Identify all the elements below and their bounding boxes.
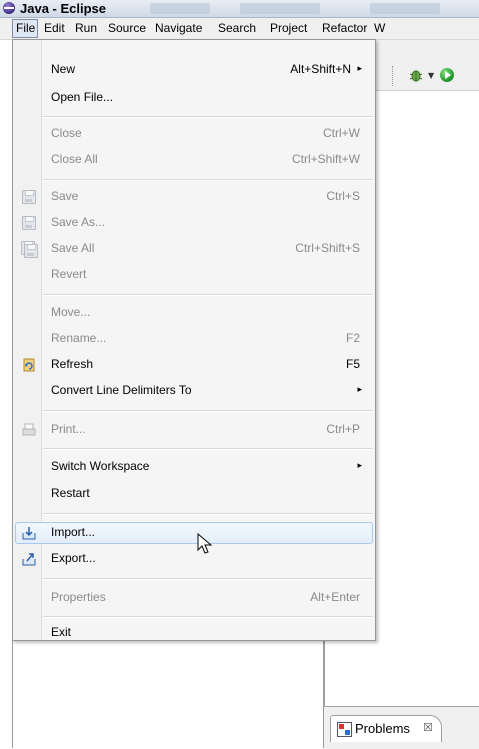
menu-item-close-all[interactable]: Close All Ctrl+Shift+W — [15, 149, 373, 171]
menu-item-shortcut: Ctrl+Shift+S — [295, 241, 360, 255]
menu-separator — [43, 616, 373, 618]
menu-item-label: Open File... — [51, 90, 114, 104]
submenu-arrow-icon: ▸ — [357, 384, 362, 394]
menu-item-label: New — [51, 62, 76, 76]
problems-tab-label: Problems — [355, 721, 410, 736]
menu-bar: File Edit Run Source Navigate Search Pro… — [0, 18, 479, 40]
window-title: Java - Eclipse — [20, 1, 106, 16]
menu-item-convert-line-delimiters[interactable]: Convert Line Delimiters To ▸ — [15, 380, 373, 402]
menu-item-shortcut: Alt+Shift+N — [290, 62, 351, 76]
save-all-icon — [21, 241, 38, 258]
chevron-down-icon[interactable]: ▼ — [428, 71, 434, 80]
eclipse-icon — [3, 2, 15, 14]
run-icon[interactable] — [440, 68, 454, 82]
menu-item-label: Restart — [51, 486, 90, 500]
menu-item-revert[interactable]: Revert — [15, 264, 373, 286]
menu-separator — [43, 513, 373, 515]
menu-project[interactable]: Project — [270, 18, 307, 39]
menu-search[interactable]: Search — [218, 18, 256, 39]
menu-item-save-all[interactable]: Save All Ctrl+Shift+S — [15, 238, 373, 260]
eclipse-window: Java - Eclipse File Edit Run Source Navi… — [0, 0, 479, 749]
menu-item-label: Properties — [51, 590, 106, 604]
menu-item-refresh[interactable]: Refresh F5 — [15, 354, 373, 376]
menu-item-open-file[interactable]: Open File... — [15, 87, 373, 109]
title-bar: Java - Eclipse — [0, 0, 479, 18]
import-icon — [22, 527, 36, 540]
printer-icon — [22, 423, 36, 436]
file-menu: New Alt+Shift+N ▸ Open File... Close Ctr… — [12, 39, 376, 641]
menu-item-shortcut: F2 — [345, 331, 360, 345]
tab-problems[interactable]: Problems ☒ — [330, 715, 442, 742]
menu-separator — [43, 116, 373, 118]
menu-item-save[interactable]: Save Ctrl+S — [15, 186, 373, 208]
menu-item-label: Close — [51, 126, 82, 140]
title-bar-blur — [370, 3, 440, 14]
close-icon[interactable]: ☒ — [423, 721, 433, 734]
menu-separator — [43, 179, 373, 181]
menu-item-label: Move... — [51, 305, 91, 319]
menu-item-export[interactable]: Export... — [15, 548, 373, 570]
menu-item-properties[interactable]: Properties Alt+Enter — [15, 587, 373, 609]
menu-item-label: Exit — [51, 625, 72, 639]
menu-window[interactable]: W — [374, 18, 385, 39]
menu-navigate[interactable]: Navigate — [155, 18, 202, 39]
menu-item-rename[interactable]: Rename... F2 — [15, 328, 373, 350]
menu-separator — [43, 448, 373, 450]
save-as-icon — [21, 215, 37, 231]
menu-item-label: Rename... — [51, 331, 107, 345]
menu-item-new[interactable]: New Alt+Shift+N ▸ — [15, 59, 373, 81]
menu-item-shortcut: Ctrl+P — [326, 422, 360, 436]
toolbar-separator — [392, 66, 393, 86]
menu-item-restart[interactable]: Restart — [15, 483, 373, 505]
title-bar-blur — [150, 3, 210, 14]
problems-icon — [337, 722, 352, 737]
bug-icon[interactable] — [408, 67, 424, 83]
submenu-arrow-icon: ▸ — [357, 460, 362, 470]
menu-item-shortcut: Alt+Enter — [310, 590, 360, 604]
menu-item-print[interactable]: Print... Ctrl+P — [15, 419, 373, 441]
menu-item-label: Export... — [51, 551, 96, 565]
menu-item-import[interactable]: Import... — [15, 522, 373, 544]
package-explorer — [12, 640, 324, 748]
menu-item-label: Save — [51, 189, 79, 203]
menu-item-label: Save As... — [51, 215, 106, 229]
menu-item-label: Import... — [51, 525, 96, 539]
mouse-cursor-icon — [197, 533, 213, 554]
menu-item-shortcut: Ctrl+S — [326, 189, 360, 203]
menu-item-exit[interactable]: Exit — [15, 622, 373, 644]
menu-separator — [43, 294, 373, 296]
menu-item-label: Switch Workspace — [51, 459, 150, 473]
title-bar-blur — [240, 3, 320, 14]
menu-source[interactable]: Source — [108, 18, 146, 39]
menu-item-save-as[interactable]: Save As... — [15, 212, 373, 234]
toolbar: ▼ — [376, 40, 479, 91]
menu-item-label: Close All — [51, 152, 98, 166]
export-icon — [22, 553, 36, 566]
menu-separator — [43, 410, 373, 412]
refresh-icon — [23, 358, 35, 372]
menu-refactor[interactable]: Refactor — [322, 18, 367, 39]
menu-item-switch-workspace[interactable]: Switch Workspace ▸ — [15, 456, 373, 478]
menu-item-label: Save All — [51, 241, 95, 255]
menu-item-label: Revert — [51, 267, 87, 281]
submenu-arrow-icon: ▸ — [357, 63, 362, 73]
menu-item-shortcut: F5 — [345, 357, 360, 371]
menu-item-shortcut: Ctrl+W — [323, 126, 360, 140]
save-icon — [21, 189, 37, 205]
menu-separator — [43, 578, 373, 580]
menu-edit[interactable]: Edit — [44, 18, 65, 39]
menu-file[interactable]: File — [12, 19, 38, 38]
views-tabbar: Problems ☒ — [324, 706, 479, 749]
menu-item-label: Refresh — [51, 357, 94, 371]
menu-item-shortcut: Ctrl+Shift+W — [291, 152, 360, 166]
menu-item-label: Print... — [51, 422, 86, 436]
menu-item-move[interactable]: Move... — [15, 302, 373, 324]
menu-item-close[interactable]: Close Ctrl+W — [15, 123, 373, 145]
menu-run[interactable]: Run — [75, 18, 97, 39]
menu-item-label: Convert Line Delimiters To — [51, 383, 192, 397]
